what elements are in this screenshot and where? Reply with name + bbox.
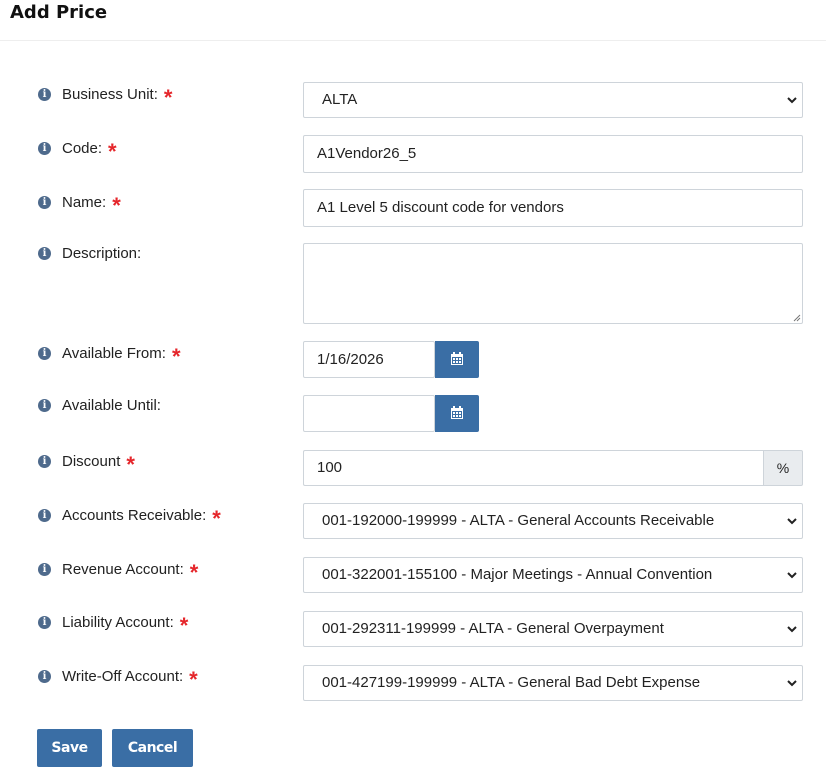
page-title: Add Price [10,2,108,23]
revenue-account-select[interactable]: 001-322001-155100 - Major Meetings - Ann… [303,557,803,593]
required-asterisk: * [126,452,135,477]
required-asterisk: * [108,139,117,164]
discount-input[interactable]: 100 [303,450,764,486]
info-icon[interactable]: i [38,563,51,576]
revenue-account-label: Revenue Account: * [62,560,199,585]
calendar-icon [451,352,463,365]
write-off-account-label: Write-Off Account: * [62,667,198,692]
required-asterisk: * [189,667,198,692]
calendar-icon [451,406,463,419]
accounts-receivable-label: Accounts Receivable: * [62,506,221,531]
liability-account-label: Liability Account: * [62,613,189,638]
required-asterisk: * [179,613,189,638]
discount-label: Discount * [62,452,135,477]
business-unit-select[interactable]: ALTA [303,82,803,118]
business-unit-label: Business Unit: * [62,85,173,110]
resize-grip-icon[interactable] [793,314,801,322]
code-input[interactable]: A1Vendor26_5 [303,135,803,173]
name-label: Name: * [62,193,121,218]
required-asterisk: * [212,506,221,531]
description-label: Description: [62,245,142,262]
percent-addon: % [763,450,803,486]
write-off-account-select[interactable]: 001-427199-199999 - ALTA - General Bad D… [303,665,803,701]
info-icon[interactable]: i [38,196,51,209]
description-textarea[interactable] [303,243,803,324]
title-divider [0,40,826,41]
code-label: Code: * [62,139,117,164]
available-from-label: Available From: * [62,344,181,369]
available-until-calendar-button[interactable] [435,395,479,432]
chevron-down-icon [787,572,797,579]
available-from-calendar-button[interactable] [435,341,479,378]
info-icon[interactable]: i [38,142,51,155]
save-button[interactable]: Save [37,729,102,767]
available-until-input[interactable] [303,395,435,432]
required-asterisk: * [163,85,173,110]
required-asterisk: * [189,560,199,585]
info-icon[interactable]: i [38,347,51,360]
name-input[interactable]: A1 Level 5 discount code for vendors [303,189,803,227]
liability-account-select[interactable]: 001-292311-199999 - ALTA - General Overp… [303,611,803,647]
chevron-down-icon [787,97,797,104]
info-icon[interactable]: i [38,455,51,468]
chevron-down-icon [787,626,797,633]
accounts-receivable-select[interactable]: 001-192000-199999 - ALTA - General Accou… [303,503,803,539]
info-icon[interactable]: i [38,247,51,260]
info-icon[interactable]: i [38,88,51,101]
required-asterisk: * [112,193,121,218]
info-icon[interactable]: i [38,399,51,412]
chevron-down-icon [787,518,797,525]
info-icon[interactable]: i [38,670,51,683]
cancel-button[interactable]: Cancel [112,729,193,767]
available-until-label: Available Until: [62,397,161,414]
available-from-input[interactable]: 1/16/2026 [303,341,435,378]
required-asterisk: * [171,344,181,369]
info-icon[interactable]: i [38,616,51,629]
chevron-down-icon [787,680,797,687]
info-icon[interactable]: i [38,509,51,522]
